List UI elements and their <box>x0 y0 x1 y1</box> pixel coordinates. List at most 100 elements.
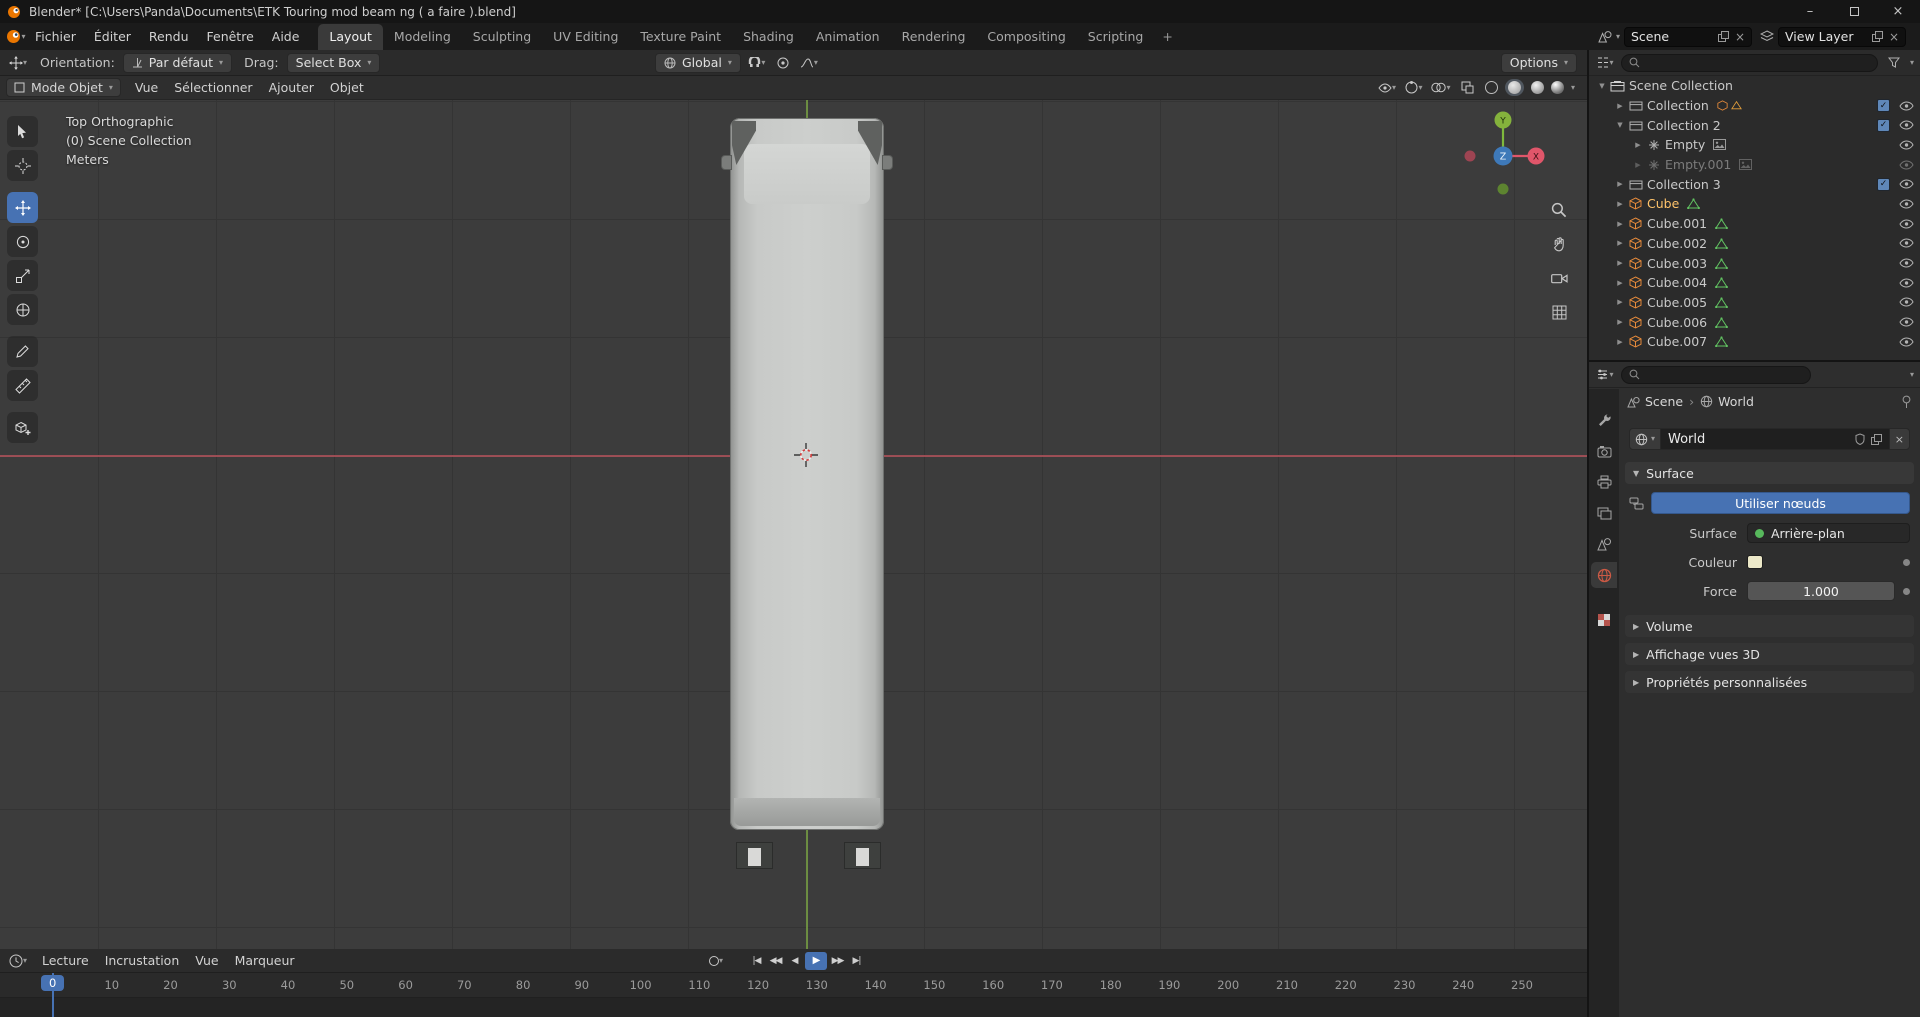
outliner-row-cube-007[interactable]: ▶ Cube.007 <box>1589 332 1920 352</box>
options-dropdown[interactable]: Options ▾ <box>1501 53 1577 73</box>
collection-checkbox[interactable]: ✓ <box>1877 119 1890 132</box>
shading-dropdown-icon[interactable]: ▾ <box>1571 84 1575 92</box>
transform-tool[interactable] <box>7 294 38 325</box>
outliner-row-cube-004[interactable]: ▶ Cube.004 <box>1589 273 1920 293</box>
object-visibility-dropdown[interactable]: ▾ <box>1377 78 1397 98</box>
surface-panel-header[interactable]: ▼ Surface <box>1625 462 1914 484</box>
workspace-tab-shading[interactable]: Shading <box>732 24 805 50</box>
tab-scene[interactable] <box>1591 531 1617 557</box>
hide-in-viewport-eye-icon[interactable] <box>1899 278 1914 288</box>
view-layer-name-field[interactable]: View Layer × <box>1778 27 1906 47</box>
timeline-menu-marqueur[interactable]: Marqueur <box>227 950 303 971</box>
orientation-dropdown[interactable]: Par défaut ▾ <box>123 53 232 73</box>
solid-shading-button[interactable] <box>1505 79 1524 96</box>
outliner-row-scene-collection[interactable]: ▼ Scene Collection <box>1589 76 1920 96</box>
close-button[interactable]: × <box>1876 0 1920 23</box>
outliner-row-cube-001[interactable]: ▶ Cube.001 <box>1589 214 1920 234</box>
color-swatch[interactable] <box>1747 555 1763 569</box>
chevron-down-icon[interactable]: ▾ <box>1910 59 1914 67</box>
breadcrumb-world[interactable]: World <box>1700 394 1754 409</box>
use-nodes-button[interactable]: Utiliser nœuds <box>1651 492 1910 514</box>
new-view-layer-icon[interactable] <box>1872 31 1883 42</box>
tab-texture[interactable] <box>1591 607 1617 633</box>
menu-rendu[interactable]: Rendu <box>140 25 198 48</box>
car-body-object[interactable] <box>730 118 884 830</box>
menu-aide[interactable]: Aide <box>263 25 309 48</box>
breadcrumb-scene[interactable]: Scene <box>1627 394 1683 409</box>
proportional-editing-button[interactable] <box>773 53 793 73</box>
collapse-icon[interactable]: ▼ <box>1595 82 1609 90</box>
workspace-tab-sculpting[interactable]: Sculpting <box>462 24 542 50</box>
scene-selector[interactable]: ▾ Scene × <box>1598 27 1752 47</box>
jump-to-next-keyframe-button[interactable]: ▶▶ <box>829 952 846 970</box>
snap-toggle-button[interactable]: ▾ <box>747 53 767 73</box>
hide-in-viewport-eye-icon[interactable] <box>1899 317 1914 327</box>
drag-dropdown[interactable]: Select Box ▾ <box>287 53 381 73</box>
jump-to-start-button[interactable]: |◀ <box>748 952 765 970</box>
gizmo-neg-x-axis[interactable] <box>1465 151 1476 162</box>
transform-space-dropdown[interactable]: Global ▾ <box>655 53 741 73</box>
outliner-row-empty[interactable]: ▶ Empty <box>1589 135 1920 155</box>
expand-icon[interactable]: ▶ <box>1613 200 1627 208</box>
timeline-body[interactable] <box>0 998 1587 1017</box>
expand-icon[interactable]: ▶ <box>1613 239 1627 247</box>
scale-tool[interactable] <box>7 260 38 291</box>
tab-render[interactable] <box>1591 438 1617 464</box>
blender-menu-button[interactable]: ▾ <box>6 27 26 47</box>
collapse-icon[interactable]: ▼ <box>1613 121 1627 129</box>
unlink-scene-icon[interactable]: × <box>1735 30 1745 44</box>
collection-checkbox[interactable]: ✓ <box>1877 178 1890 191</box>
hide-in-viewport-eye-icon[interactable] <box>1899 160 1914 170</box>
active-tool-button[interactable]: ▾ <box>8 53 28 73</box>
fake-user-icon[interactable] <box>1855 433 1865 445</box>
xray-toggle-button[interactable] <box>1458 78 1478 98</box>
mode-dropdown[interactable]: Mode Objet ▾ <box>6 78 121 97</box>
workspace-tab-uv-editing[interactable]: UV Editing <box>542 24 629 50</box>
workspace-tab-compositing[interactable]: Compositing <box>976 24 1076 50</box>
browse-world-button[interactable]: ▾ <box>1629 428 1661 450</box>
hide-in-viewport-eye-icon[interactable] <box>1899 238 1914 248</box>
rendered-shading-button[interactable] <box>1551 81 1564 94</box>
outliner-search-field[interactable] <box>1621 54 1878 72</box>
material-preview-button[interactable] <box>1531 81 1544 94</box>
playhead[interactable]: 0 <box>52 973 54 1017</box>
expand-icon[interactable]: ▶ <box>1631 161 1645 169</box>
outliner-row-collection[interactable]: ▶ Collection ✓ <box>1589 96 1920 116</box>
viewport-menu-objet[interactable]: Objet <box>322 77 372 98</box>
gizmo-neg-y-axis[interactable] <box>1498 184 1509 195</box>
select-box-tool[interactable] <box>7 116 38 147</box>
collection-checkbox[interactable]: ✓ <box>1877 99 1890 112</box>
wireframe-shading-button[interactable] <box>1485 81 1498 94</box>
outliner-editor-type-button[interactable]: ▾ <box>1595 53 1615 73</box>
workspace-tab-rendering[interactable]: Rendering <box>891 24 977 50</box>
timeline-ruler[interactable]: 0102030405060708090100110120130140150160… <box>0 973 1587 998</box>
jump-to-end-button[interactable]: ▶| <box>848 952 865 970</box>
hide-in-viewport-eye-icon[interactable] <box>1899 140 1914 150</box>
hide-in-viewport-eye-icon[interactable] <box>1899 199 1914 209</box>
expand-icon[interactable]: ▶ <box>1631 141 1645 149</box>
expand-icon[interactable]: ▶ <box>1613 279 1627 287</box>
expand-icon[interactable]: ▶ <box>1613 318 1627 326</box>
pin-icon[interactable] <box>1901 395 1912 409</box>
timeline-menu-vue[interactable]: Vue <box>187 950 226 971</box>
annotate-tool[interactable] <box>7 336 38 367</box>
animate-decorator-icon[interactable] <box>1903 588 1910 595</box>
overlays-dropdown[interactable]: ▾ <box>1431 78 1451 98</box>
workspace-tab-animation[interactable]: Animation <box>805 24 891 50</box>
viewport-menu-vue[interactable]: Vue <box>127 77 166 98</box>
navigation-gizmo[interactable]: Y X Z <box>1457 106 1549 198</box>
expand-icon[interactable]: ▶ <box>1613 338 1627 346</box>
move-tool[interactable] <box>7 192 38 223</box>
workspace-tab-texture-paint[interactable]: Texture Paint <box>629 24 732 50</box>
hide-in-viewport-eye-icon[interactable] <box>1899 258 1914 268</box>
play-reverse-button[interactable]: ◀ <box>786 952 803 970</box>
outliner-row-cube[interactable]: ▶ Cube <box>1589 194 1920 214</box>
toggle-ortho-button[interactable] <box>1549 302 1569 322</box>
workspace-tab-modeling[interactable]: Modeling <box>383 24 462 50</box>
world-name-field[interactable]: World <box>1661 428 1889 450</box>
timeline-menu-incrustation[interactable]: Incrustation <box>97 950 188 971</box>
view-layer-selector[interactable]: View Layer × <box>1760 27 1906 47</box>
outliner-row-cube-005[interactable]: ▶ Cube.005 <box>1589 293 1920 313</box>
viewport-menu-selectionner[interactable]: Sélectionner <box>166 77 260 98</box>
properties-search-field[interactable] <box>1621 366 1811 384</box>
